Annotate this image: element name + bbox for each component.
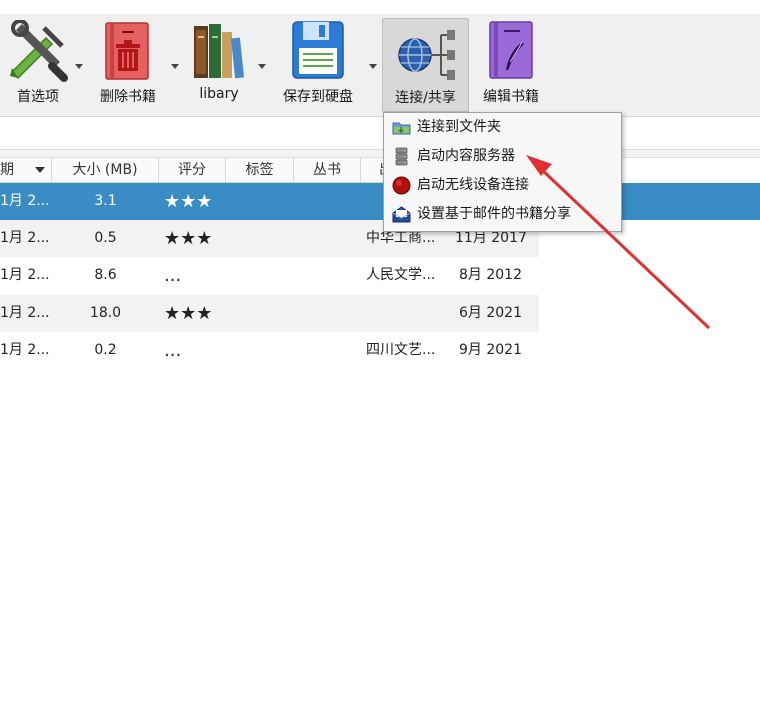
annotation-arrow-icon bbox=[526, 155, 711, 330]
